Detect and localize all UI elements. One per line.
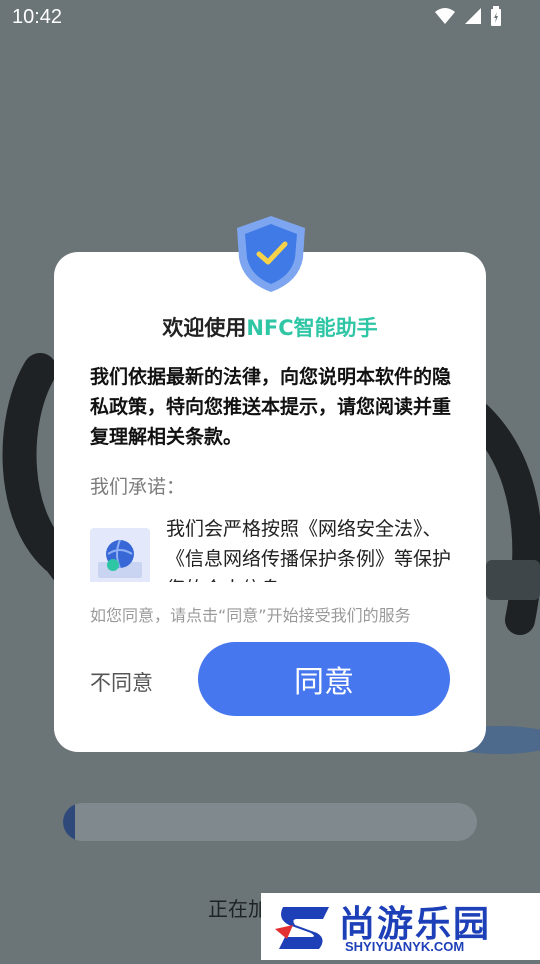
loading-progress-bar [63, 803, 477, 841]
agree-button[interactable]: 同意 [198, 642, 450, 716]
promise-text: 我们会严格按照《网络安全法》、《信息网络传播保护条例》等保护您的个人信息 [166, 518, 452, 582]
promise-scroll-area[interactable]: 我们会严格按照《网络安全法》、《信息网络传播保护条例》等保护您的个人信息 [90, 514, 460, 582]
dialog-title-prefix: 欢迎使用 [162, 316, 247, 340]
loading-text: 正在加 [208, 897, 268, 921]
status-bar: 10:42 [0, 0, 540, 36]
dialog-title-brand: NFC智能助手 [246, 316, 378, 340]
dialog-lead-text: 我们依据最新的法律，向您说明本软件的隐私政策，特向您推送本提示，请您阅读并重复理… [90, 366, 452, 448]
wifi-icon [435, 8, 455, 24]
watermark-en: SHYIYUANYK.COM [345, 939, 465, 954]
consent-note: 如您同意，请点击“同意”开始接受我们的服务 [90, 606, 411, 625]
globe-icon [90, 528, 150, 582]
battery-icon [491, 6, 501, 26]
dialog-title: 欢迎使用NFC智能助手 [54, 312, 486, 342]
loading-progress-fill [63, 803, 76, 841]
site-watermark: 尚游乐园 SHYIYUANYK.COM [261, 893, 540, 960]
disagree-button[interactable]: 不同意 [90, 660, 170, 704]
status-time: 10:42 [12, 6, 63, 28]
shield-check-icon [237, 216, 305, 292]
status-icons [434, 6, 502, 26]
promise-label: 我们承诺： [90, 476, 186, 498]
signal-icon [465, 8, 481, 24]
privacy-dialog: 欢迎使用NFC智能助手 我们依据最新的法律，向您说明本软件的隐私政策，特向您推送… [54, 252, 486, 752]
watermark-logo [275, 907, 329, 949]
